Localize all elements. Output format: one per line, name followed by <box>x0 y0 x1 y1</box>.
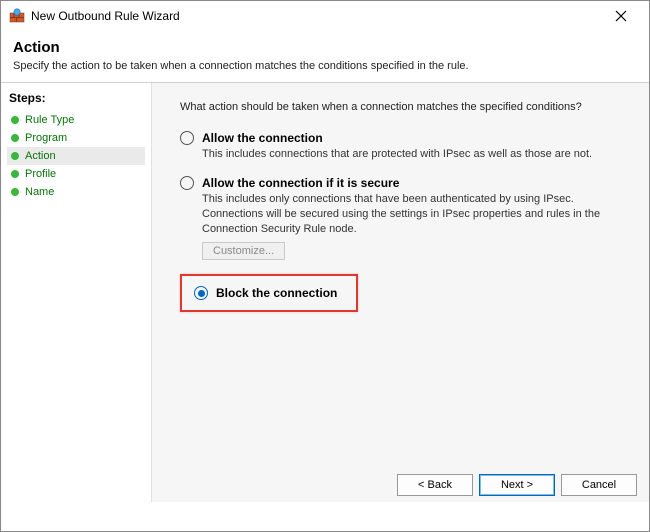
step-rule-type[interactable]: Rule Type <box>7 111 145 129</box>
firewall-icon <box>9 8 25 24</box>
titlebar: New Outbound Rule Wizard <box>1 1 649 31</box>
question-text: What action should be taken when a conne… <box>180 101 629 113</box>
option-allow-secure-label: Allow the connection if it is secure <box>202 176 399 190</box>
sidebar: Steps: Rule Type Program Action Profile … <box>1 83 151 502</box>
step-label: Action <box>25 150 56 162</box>
step-program[interactable]: Program <box>7 129 145 147</box>
step-name[interactable]: Name <box>7 183 145 201</box>
option-block-label: Block the connection <box>216 286 337 300</box>
bullet-icon <box>11 188 19 196</box>
next-button[interactable]: Next > <box>479 474 555 496</box>
header: Action Specify the action to be taken wh… <box>1 31 649 82</box>
bullet-icon <box>11 116 19 124</box>
step-profile[interactable]: Profile <box>7 165 145 183</box>
step-label: Rule Type <box>25 114 74 126</box>
option-allow-desc: This includes connections that are prote… <box>202 147 602 162</box>
bullet-icon <box>11 152 19 160</box>
option-allow: Allow the connection This includes conne… <box>180 131 629 162</box>
footer-buttons: < Back Next > Cancel <box>397 474 637 496</box>
step-label: Profile <box>25 168 56 180</box>
option-allow-label: Allow the connection <box>202 131 323 145</box>
close-button[interactable] <box>601 2 641 30</box>
back-button[interactable]: < Back <box>397 474 473 496</box>
main-panel: What action should be taken when a conne… <box>151 83 649 502</box>
option-allow-secure-desc: This includes only connections that have… <box>202 192 602 237</box>
window-title: New Outbound Rule Wizard <box>31 9 180 23</box>
cancel-button[interactable]: Cancel <box>561 474 637 496</box>
step-label: Program <box>25 132 67 144</box>
highlight-block-option: Block the connection <box>180 274 358 312</box>
radio-allow-secure[interactable] <box>180 176 194 190</box>
step-label: Name <box>25 186 54 198</box>
customize-button: Customize... <box>202 242 285 260</box>
option-allow-secure: Allow the connection if it is secure Thi… <box>180 176 629 261</box>
bullet-icon <box>11 134 19 142</box>
radio-allow[interactable] <box>180 131 194 145</box>
steps-heading: Steps: <box>7 91 145 105</box>
step-action[interactable]: Action <box>7 147 145 165</box>
radio-block[interactable] <box>194 286 208 300</box>
bullet-icon <box>11 170 19 178</box>
page-subtitle: Specify the action to be taken when a co… <box>13 60 637 72</box>
page-title: Action <box>13 39 637 56</box>
